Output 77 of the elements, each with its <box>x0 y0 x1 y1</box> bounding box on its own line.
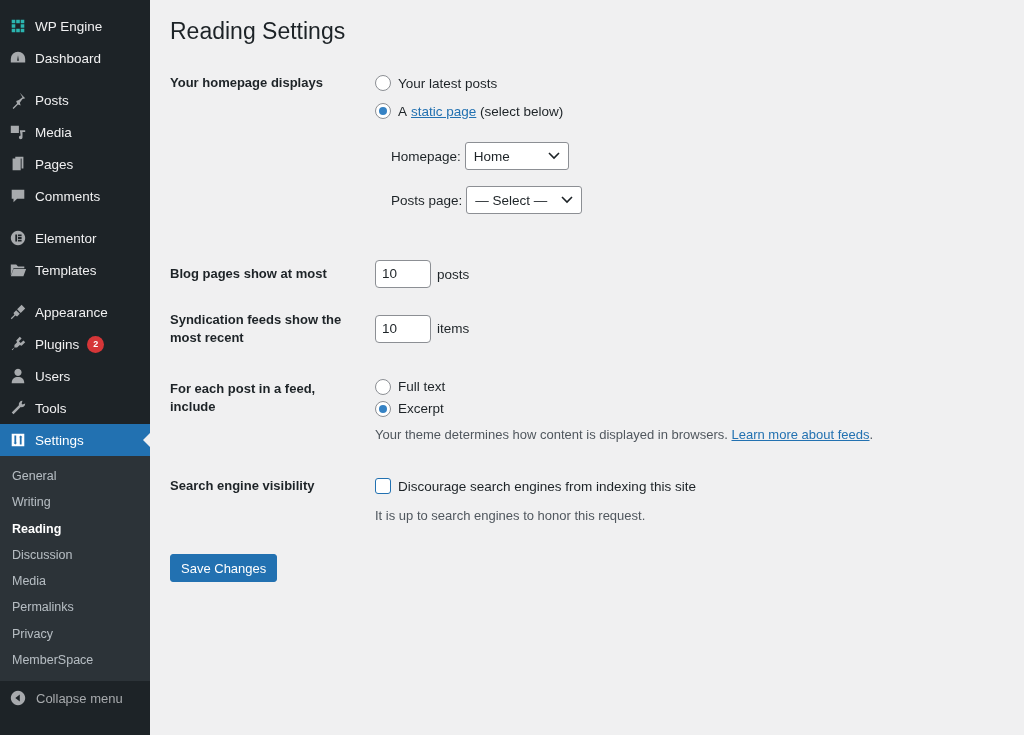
menu-item[interactable]: Elementor <box>0 222 150 254</box>
menu-label: Templates <box>35 262 97 278</box>
menu-item[interactable]: Users <box>0 360 150 392</box>
menu-label: Tools <box>35 400 67 416</box>
menu-label: Comments <box>35 188 101 204</box>
menu-label: Plugins <box>35 336 80 352</box>
field-label: For each post in a feed, include <box>170 380 317 416</box>
submenu-item[interactable]: Permalinks <box>0 594 150 621</box>
submenu-item[interactable]: Media <box>0 568 150 595</box>
menu-label: Settings <box>35 432 84 448</box>
menu-label: Elementor <box>35 230 97 246</box>
menu-label: Pages <box>35 156 74 172</box>
field-label: Your homepage displays <box>170 74 324 92</box>
menu-item[interactable]: Comments <box>0 180 150 212</box>
menu-icon <box>9 303 27 321</box>
submenu-item[interactable]: Reading <box>0 515 150 542</box>
description-text: Your theme determines how content is displayed in browsers. Learn more about feeds. <box>375 427 874 442</box>
menu-icon <box>9 123 27 141</box>
description-text: It is up to search engines to honor this request. <box>375 508 647 523</box>
save-changes-button[interactable]: Save Changes <box>170 554 278 582</box>
menu-label: Media <box>35 124 72 140</box>
current-menu-pointer <box>143 433 150 447</box>
submenu-item[interactable]: Discussion <box>0 541 150 569</box>
submenu-item[interactable]: Writing <box>0 489 150 516</box>
menu-item[interactable]: Templates <box>0 254 150 286</box>
checkbox-label: Discourage search engines from indexing this site <box>398 478 696 494</box>
menu-item[interactable]: WP Engine <box>0 10 150 42</box>
radio-button[interactable] <box>375 103 391 119</box>
menu-item[interactable]: Dashboard <box>0 42 150 74</box>
menu-item[interactable]: Media <box>0 116 150 148</box>
radio-label: Excerpt <box>398 401 444 416</box>
select-label: Posts page: <box>391 192 463 208</box>
collapse-icon <box>9 689 27 708</box>
menu-item[interactable]: Plugins 2 <box>0 328 150 360</box>
page-title: Reading Settings <box>170 18 347 45</box>
field-label: Syndication feeds show the most recent <box>170 311 343 347</box>
select-label: Homepage: <box>391 148 461 164</box>
submenu-item[interactable]: Privacy <box>0 620 150 648</box>
page-dropdown[interactable]: Home <box>464 142 569 170</box>
number-input[interactable]: 10 <box>375 260 431 288</box>
radio-button[interactable] <box>375 75 391 91</box>
menu-icon <box>9 431 27 449</box>
menu-item[interactable]: Posts <box>0 84 150 116</box>
radio-button[interactable] <box>375 400 391 417</box>
unit-label: items <box>437 321 470 336</box>
menu-icon <box>9 335 27 353</box>
menu-label: Appearance <box>35 304 108 320</box>
chevron-icon <box>547 152 560 160</box>
chevron-icon <box>561 196 574 204</box>
radio-button[interactable] <box>375 378 391 395</box>
checkbox[interactable] <box>375 478 391 494</box>
field-label: Blog pages show at most <box>170 265 328 283</box>
menu-icon <box>9 367 27 385</box>
radio-label: Your latest posts <box>398 75 498 91</box>
menu-icon <box>9 229 27 247</box>
menu-label: WP Engine <box>35 18 103 34</box>
menu-icon <box>9 17 27 35</box>
menu-icon <box>9 399 27 417</box>
learn-more-link[interactable]: Learn more about feeds <box>731 427 870 442</box>
menu-label: Users <box>35 368 71 384</box>
field-label: Search engine visibility <box>170 477 316 495</box>
menu-label: Dashboard <box>35 50 102 66</box>
radio-label: Full text <box>398 379 446 394</box>
menu-item[interactable]: Pages <box>0 148 150 180</box>
static-page-link[interactable]: static page <box>411 103 477 119</box>
menu-item[interactable]: Tools <box>0 392 150 424</box>
menu-item[interactable]: Settings <box>0 424 150 456</box>
number-input[interactable]: 10 <box>375 314 431 343</box>
page-dropdown[interactable]: — Select — <box>466 186 583 214</box>
menu-item[interactable]: Appearance <box>0 296 150 328</box>
radio-label: A static page (select below) <box>398 103 564 119</box>
submenu-item[interactable]: General <box>0 463 150 490</box>
submenu-item[interactable]: MemberSpace <box>0 647 150 674</box>
menu-label: Posts <box>35 92 69 108</box>
collapse-menu-button[interactable]: Collapse menu <box>0 681 150 708</box>
unit-label: posts <box>437 266 470 282</box>
update-count: 2 <box>87 335 105 353</box>
